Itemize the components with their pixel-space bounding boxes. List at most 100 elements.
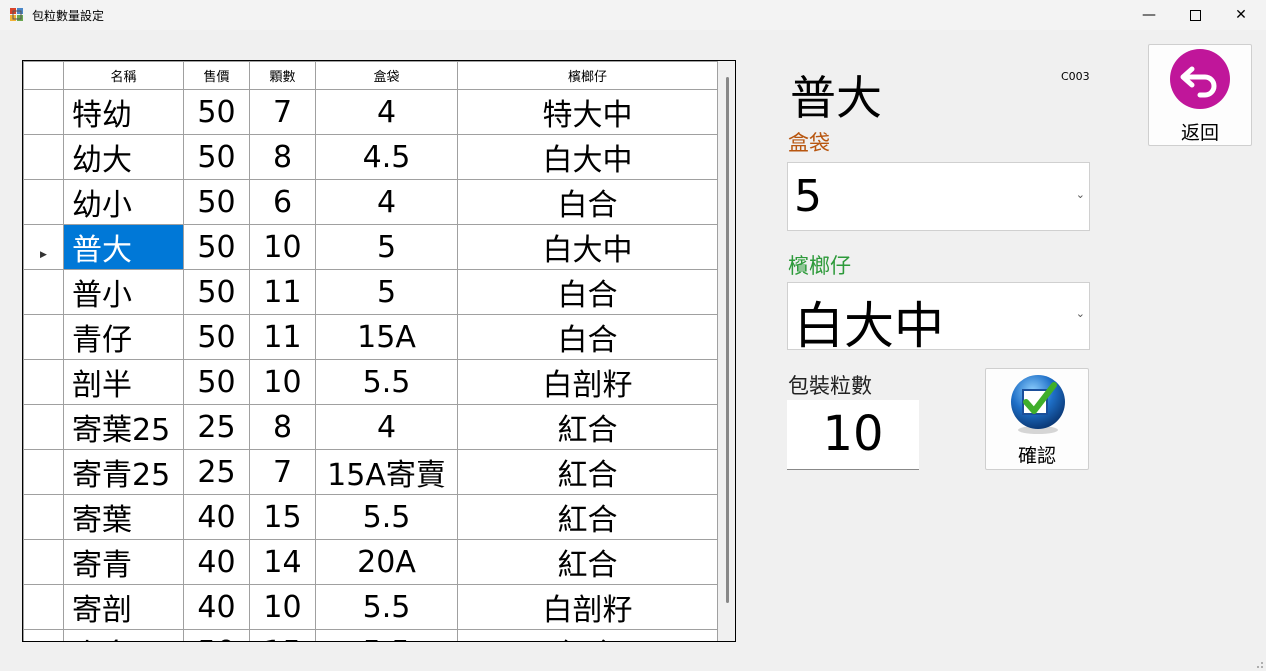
- nut-combobox[interactable]: 白大中 ⌄: [787, 282, 1090, 355]
- row-header[interactable]: [23, 449, 64, 495]
- cell-price[interactable]: 50: [183, 224, 250, 270]
- cell-nut[interactable]: 白大中: [457, 134, 718, 180]
- cell-name[interactable]: 普小: [63, 269, 184, 315]
- row-header[interactable]: [23, 269, 64, 315]
- table-row[interactable]: 剖半 50 10 5.5 白剖籽: [23, 359, 718, 405]
- cell-count[interactable]: 10: [249, 359, 316, 405]
- cell-nut[interactable]: 紅合: [457, 629, 718, 641]
- chevron-down-icon[interactable]: ⌄: [1076, 307, 1085, 320]
- cell-nut[interactable]: 白剖籽: [457, 359, 718, 405]
- cell-count[interactable]: 14: [249, 539, 316, 585]
- grid-corner-header[interactable]: [23, 61, 64, 90]
- cell-bag[interactable]: 4: [315, 179, 458, 225]
- cell-name[interactable]: 小多: [63, 629, 184, 641]
- cell-name[interactable]: 幼小: [63, 179, 184, 225]
- cell-name[interactable]: 寄葉25: [63, 404, 184, 450]
- cell-count[interactable]: 11: [249, 269, 316, 315]
- table-row[interactable]: 幼大 50 8 4.5 白大中: [23, 134, 718, 180]
- row-header[interactable]: ▶: [23, 224, 64, 270]
- table-row[interactable]: 寄葉25 25 8 4 紅合: [23, 404, 718, 450]
- table-row[interactable]: 寄剖 40 10 5.5 白剖籽: [23, 584, 718, 630]
- row-header[interactable]: [23, 314, 64, 360]
- confirm-button[interactable]: 確認: [985, 368, 1089, 470]
- cell-count[interactable]: 8: [249, 404, 316, 450]
- cell-price[interactable]: 50: [183, 89, 250, 135]
- back-button[interactable]: 返回: [1148, 44, 1252, 146]
- cell-count[interactable]: 15: [249, 494, 316, 540]
- resize-grip-icon[interactable]: [1254, 659, 1264, 669]
- cell-nut[interactable]: 紅合: [457, 539, 718, 585]
- cell-name[interactable]: 幼大: [63, 134, 184, 180]
- row-header[interactable]: [23, 134, 64, 180]
- cell-bag[interactable]: 15A: [315, 314, 458, 360]
- table-row[interactable]: 特幼 50 7 4 特大中: [23, 89, 718, 135]
- cell-count[interactable]: 11: [249, 314, 316, 360]
- cell-bag[interactable]: 5.5: [315, 359, 458, 405]
- cell-count[interactable]: 10: [249, 584, 316, 630]
- cell-nut[interactable]: 白剖籽: [457, 584, 718, 630]
- column-header-bag[interactable]: 盒袋: [315, 61, 458, 90]
- table-row[interactable]: 普小 50 11 5 白合: [23, 269, 718, 315]
- column-header-price[interactable]: 售價: [183, 61, 250, 90]
- cell-bag[interactable]: 20A: [315, 539, 458, 585]
- cell-price[interactable]: 40: [183, 539, 250, 585]
- cell-bag[interactable]: 15A寄賣: [315, 449, 458, 495]
- cell-price[interactable]: 50: [183, 179, 250, 225]
- maximize-button[interactable]: [1172, 0, 1218, 30]
- cell-count[interactable]: 8: [249, 134, 316, 180]
- cell-price[interactable]: 50: [183, 359, 250, 405]
- cell-price[interactable]: 50: [183, 134, 250, 180]
- cell-name[interactable]: 剖半: [63, 359, 184, 405]
- cell-name[interactable]: 寄青25: [63, 449, 184, 495]
- row-header[interactable]: [23, 359, 64, 405]
- cell-nut[interactable]: 紅合: [457, 494, 718, 540]
- cell-price[interactable]: 50: [183, 629, 250, 641]
- chevron-down-icon[interactable]: ⌄: [1076, 188, 1085, 201]
- cell-nut[interactable]: 紅合: [457, 404, 718, 450]
- cell-nut[interactable]: 白大中: [457, 224, 718, 270]
- cell-count[interactable]: 15: [249, 629, 316, 641]
- column-header-nut[interactable]: 檳榔仔: [457, 61, 718, 90]
- bag-combobox[interactable]: 5 ⌄: [787, 162, 1090, 231]
- close-button[interactable]: ✕: [1218, 0, 1264, 30]
- table-row[interactable]: 小多50155.5紅合: [23, 629, 718, 641]
- minimize-button[interactable]: —: [1126, 0, 1172, 30]
- row-header[interactable]: [23, 404, 64, 450]
- cell-nut[interactable]: 白合: [457, 269, 718, 315]
- cell-name[interactable]: 特幼: [63, 89, 184, 135]
- cell-bag[interactable]: 5: [315, 224, 458, 270]
- cell-count[interactable]: 6: [249, 179, 316, 225]
- row-header[interactable]: [23, 584, 64, 630]
- cell-price[interactable]: 40: [183, 584, 250, 630]
- cell-nut[interactable]: 特大中: [457, 89, 718, 135]
- cell-bag[interactable]: 4.5: [315, 134, 458, 180]
- table-row[interactable]: 幼小 50 6 4 白合: [23, 179, 718, 225]
- cell-count[interactable]: 10: [249, 224, 316, 270]
- product-grid[interactable]: 名稱 售價 顆數 盒袋 檳榔仔 特幼 50 7 4 特大中 幼大 50 8 4.5 白大中 幼小 50…: [22, 60, 736, 642]
- row-header[interactable]: [23, 179, 64, 225]
- cell-bag[interactable]: 5: [315, 269, 458, 315]
- cell-count[interactable]: 7: [249, 449, 316, 495]
- table-row[interactable]: 青仔 50 11 15A 白合: [23, 314, 718, 360]
- cell-count[interactable]: 7: [249, 89, 316, 135]
- scrollbar-thumb[interactable]: [726, 77, 729, 603]
- table-row[interactable]: 寄青 40 14 20A 紅合: [23, 539, 718, 585]
- cell-name[interactable]: 寄青: [63, 539, 184, 585]
- cell-bag[interactable]: 5.5: [315, 629, 458, 641]
- cell-price[interactable]: 50: [183, 314, 250, 360]
- cell-nut[interactable]: 紅合: [457, 449, 718, 495]
- cell-bag[interactable]: 4: [315, 89, 458, 135]
- column-header-count[interactable]: 顆數: [249, 61, 316, 90]
- cell-nut[interactable]: 白合: [457, 314, 718, 360]
- cell-name[interactable]: 寄剖: [63, 584, 184, 630]
- column-header-name[interactable]: 名稱: [63, 61, 184, 90]
- cell-name[interactable]: 寄葉: [63, 494, 184, 540]
- pack-count-input[interactable]: 10: [787, 400, 919, 470]
- cell-name[interactable]: 普大: [63, 224, 184, 270]
- row-header[interactable]: [23, 539, 64, 585]
- cell-name[interactable]: 青仔: [63, 314, 184, 360]
- cell-nut[interactable]: 白合: [457, 179, 718, 225]
- cell-price[interactable]: 50: [183, 269, 250, 315]
- cell-price[interactable]: 40: [183, 494, 250, 540]
- row-header[interactable]: [23, 629, 64, 641]
